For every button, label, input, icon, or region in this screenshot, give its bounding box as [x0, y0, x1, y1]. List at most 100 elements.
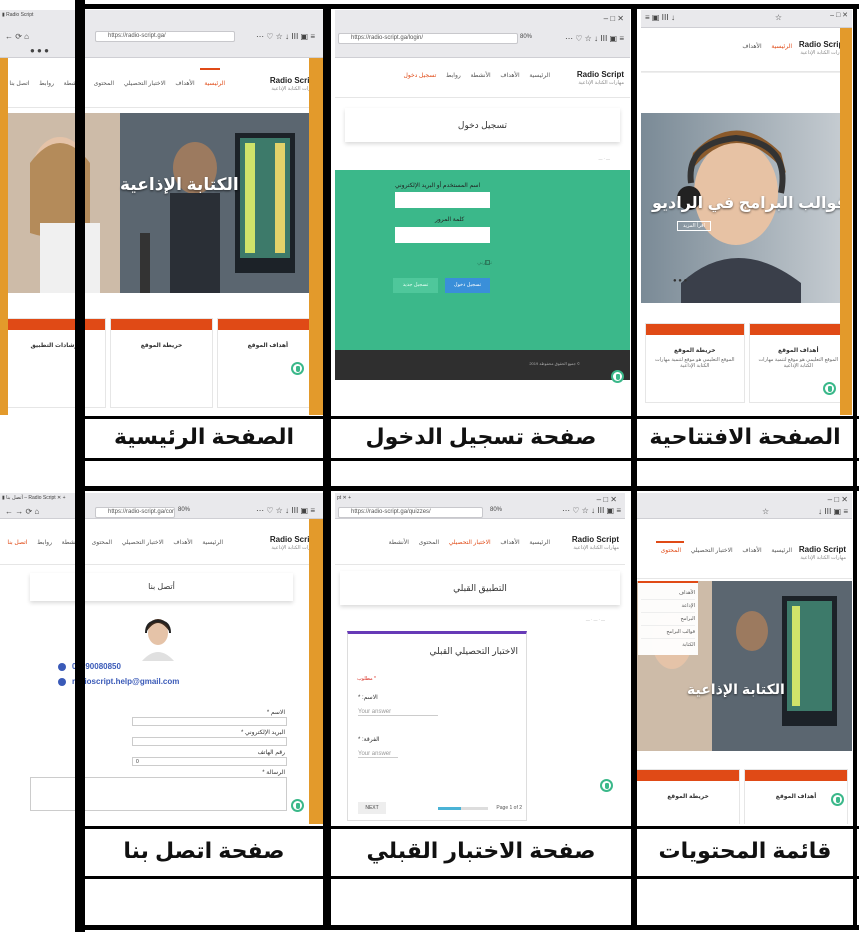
- chat-fab[interactable]: [831, 793, 844, 806]
- menu-goals[interactable]: الأهداف: [500, 73, 519, 79]
- site-brand[interactable]: Radio Script مهارات الكتابة الإذاعية: [799, 545, 846, 563]
- window-controls[interactable]: ‒ □ ✕: [828, 495, 848, 504]
- browser-tab[interactable]: pt ✕ +: [337, 495, 351, 501]
- menu-activity[interactable]: الأنشطة: [389, 540, 409, 546]
- browser-menu-icons[interactable]: ⋯ ♡ ☆ ↓ ⅠⅠⅠ ▣ ≡: [256, 506, 315, 515]
- next-button[interactable]: NEXT: [358, 802, 386, 814]
- menu-goals[interactable]: الأهداف: [173, 540, 192, 546]
- address-bar[interactable]: https://radio-script.ga/: [95, 31, 235, 42]
- menu-goals[interactable]: الأهداف: [742, 548, 761, 554]
- zoom-level[interactable]: 80%: [178, 507, 190, 513]
- feature-card[interactable]: خريطة الموقع الموقع التعليمي هو موقع لتنم…: [645, 323, 745, 403]
- contents-menu-screenshot: ‒ □ ✕ ↓ ⅠⅠⅠ ▣ ≡ ☆ Radio Script مهارات الك…: [632, 493, 852, 824]
- frame-bottom-border: [85, 925, 859, 930]
- feature-card[interactable]: أهداف الموقع: [216, 318, 319, 408]
- address-bar[interactable]: https://radio-script.ga/quizzes/: [338, 507, 483, 518]
- dropdown-item[interactable]: الأهداف: [641, 587, 695, 600]
- hero-read-more-button[interactable]: اقرأ المزيد: [677, 221, 711, 231]
- address-bar[interactable]: https://radio-script.ga/login/: [338, 33, 518, 44]
- menu-contents[interactable]: المحتوى: [419, 540, 439, 546]
- slider-dots[interactable]: ● ● ●: [673, 278, 687, 284]
- site-nav: Radio Script مهارات الكتابة الإذاعية الرئ…: [0, 58, 323, 108]
- menu-contents[interactable]: المحتوى: [94, 81, 114, 87]
- password-label: كلمة المرور: [435, 217, 465, 223]
- menu-login[interactable]: تسجيل دخول: [404, 73, 437, 79]
- window-controls[interactable]: ‒ □ ✕: [830, 11, 848, 19]
- class-answer-input[interactable]: Your answer: [358, 751, 398, 758]
- zoom-level[interactable]: 80%: [490, 507, 502, 513]
- nav-buttons[interactable]: ← → ⟳ ⌂: [5, 507, 39, 516]
- menu-home[interactable]: الرئيسية: [529, 540, 550, 546]
- dropdown-item[interactable]: الكتابة: [641, 639, 695, 651]
- name-answer-input[interactable]: Your answer: [358, 709, 438, 716]
- menu-diagnostic[interactable]: الاختبار التحصيلي: [449, 540, 491, 546]
- bookmark-icon[interactable]: ☆: [775, 13, 782, 22]
- chat-fab[interactable]: [291, 799, 304, 812]
- menu-home[interactable]: الرئيسية: [771, 548, 792, 554]
- menu-goals[interactable]: الأهداف: [500, 540, 519, 546]
- window-controls[interactable]: ‒ □ ✕: [604, 14, 624, 23]
- bookmark-icon[interactable]: ☆: [762, 507, 769, 516]
- hero-title: قوالب البرامج في الراديو: [651, 195, 847, 212]
- feature-card[interactable]: خريطة الموقع: [110, 318, 213, 408]
- browser-menu-icons[interactable]: ↓ ⅠⅠⅠ ▣ ≡: [818, 507, 848, 516]
- dropdown-item[interactable]: قوالب البرامج: [641, 626, 695, 639]
- browser-tab[interactable]: ▮ أتصل بنا – Radio Script ✕ +: [2, 495, 66, 501]
- menu-links[interactable]: روابط: [37, 540, 52, 546]
- browser-toolbar: ● ● ● https://radio-script.ga/login/ 80%…: [335, 10, 630, 58]
- message-textarea[interactable]: [30, 777, 287, 811]
- site-nav: Radio Script مهارات الكتابة الإذاعية الرئ…: [335, 519, 625, 565]
- email-input[interactable]: [132, 737, 287, 746]
- menu-home[interactable]: الرئيسية: [204, 81, 225, 87]
- address-bar[interactable]: https://radio-script.ga/contact-us/: [95, 507, 175, 518]
- frame-left-bar: [75, 0, 85, 932]
- menu-contents[interactable]: المحتوى: [661, 548, 681, 554]
- contact-email[interactable]: radioscript.help@gmail.com: [72, 677, 179, 686]
- browser-menu-icons[interactable]: ⋯ ♡ ☆ ↓ ⅠⅠⅠ ▣ ≡: [256, 32, 315, 41]
- window-controls[interactable]: ‒ □ ✕: [597, 495, 617, 504]
- menu-goals[interactable]: الأهداف: [742, 44, 761, 50]
- menu-contact[interactable]: اتصل بنا: [7, 540, 27, 546]
- zoom-level[interactable]: 80%: [520, 34, 532, 40]
- menu-diagnostic[interactable]: الاختبار التحصيلي: [122, 540, 164, 546]
- menu-activity[interactable]: الأنشطة: [470, 73, 490, 79]
- site-brand[interactable]: Radio Script مهارات الكتابة الإذاعية: [799, 40, 846, 58]
- menu-contents[interactable]: المحتوى: [92, 540, 112, 546]
- register-button[interactable]: تسجيل جديد: [393, 278, 438, 293]
- password-input[interactable]: [395, 227, 490, 243]
- caption-row-border: [85, 416, 859, 419]
- nav-buttons[interactable]: ← ⟳ ⌂: [5, 32, 29, 41]
- menu-home[interactable]: الرئيسية: [529, 73, 550, 79]
- menu-diagnostic[interactable]: الاختبار التحصيلي: [124, 81, 166, 87]
- menu-diagnostic[interactable]: الاختبار التحصيلي: [691, 548, 733, 554]
- caption-row-border: [85, 876, 859, 879]
- menu-home[interactable]: الرئيسية: [771, 44, 792, 50]
- phone-input[interactable]: 0: [132, 757, 287, 766]
- remember-checkbox[interactable]: [485, 260, 490, 265]
- site-brand[interactable]: Radio Script مهارات الكتابة الإذاعية: [572, 535, 619, 553]
- site-menu: الرئيسية الأهداف الأنشطة روابط تسجيل دخو…: [396, 72, 551, 79]
- browser-menu-icons[interactable]: ⋯ ♡ ☆ ↓ ⅠⅠⅠ ▣ ≡: [562, 506, 621, 515]
- dropdown-item[interactable]: البرامج: [641, 613, 695, 626]
- caption-row-border: [85, 458, 859, 461]
- chat-fab[interactable]: [823, 382, 836, 395]
- username-input[interactable]: [395, 192, 490, 208]
- menu-home[interactable]: الرئيسية: [202, 540, 223, 546]
- name-input[interactable]: [132, 717, 287, 726]
- chat-fab[interactable]: [291, 362, 304, 375]
- login-button[interactable]: تسجيل دخول: [445, 278, 490, 293]
- browser-menu-icons[interactable]: ⋯ ♡ ☆ ↓ ⅠⅠⅠ ▣ ≡: [565, 34, 624, 43]
- feature-card[interactable]: إرشادات التطبيق: [4, 318, 107, 408]
- feature-card[interactable]: خريطة الموقع: [636, 769, 740, 824]
- dropdown-item[interactable]: الإذاعة: [641, 600, 695, 613]
- menu-contact[interactable]: اتصل بنا: [9, 81, 29, 87]
- site-brand[interactable]: Radio Script مهارات الكتابة الإذاعية: [577, 70, 624, 88]
- menu-goals[interactable]: الأهداف: [175, 81, 194, 87]
- menu-links[interactable]: روابط: [39, 81, 54, 87]
- menu-links[interactable]: روابط: [446, 73, 461, 79]
- chat-fab[interactable]: [600, 779, 613, 792]
- chat-fab[interactable]: [611, 370, 624, 383]
- browser-tab[interactable]: ▮ Radio Script: [2, 12, 33, 18]
- caption-home-page: الصفحة الرئيسية: [113, 424, 295, 449]
- message-label: الرسالة *: [262, 770, 285, 776]
